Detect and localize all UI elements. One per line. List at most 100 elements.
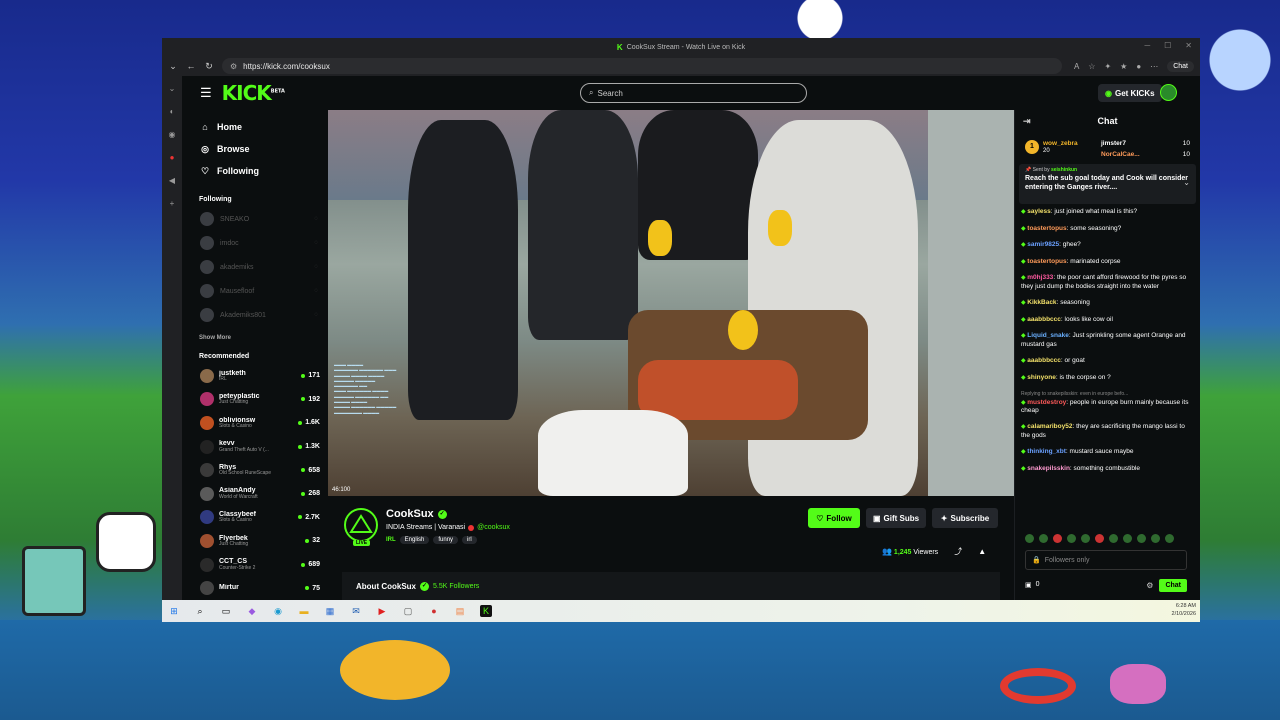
following-item[interactable]: imdoc ◌ xyxy=(182,231,328,255)
copilot-icon[interactable]: ◐ xyxy=(170,107,175,116)
leaderboard-row[interactable]: NorCalCae... 10 xyxy=(1101,149,1190,160)
chat-message[interactable]: ◆ KikkBack: seasoning xyxy=(1021,299,1194,307)
workspace-icon[interactable]: ◉ xyxy=(169,130,176,139)
nav-browse[interactable]: ◎ Browse xyxy=(200,138,328,160)
recommended-channel[interactable]: peteyplastic Just Chatting 192 xyxy=(182,388,328,412)
favorites-icon[interactable]: ★ xyxy=(1120,62,1127,71)
chat-message[interactable]: ◆ toastertopus: some seasoning? xyxy=(1021,225,1194,233)
tag[interactable]: irl xyxy=(462,536,477,544)
recommended-channel[interactable]: Flyerbek Just Chatting 32 xyxy=(182,529,328,553)
favorite-star-icon[interactable]: ☆ xyxy=(1088,62,1095,71)
following-item[interactable]: SNEAKO ◌ xyxy=(182,207,328,231)
windows-start-icon[interactable]: ⊞ xyxy=(168,605,180,617)
system-clock[interactable]: 6:28 AM 2/10/2026 xyxy=(1172,602,1196,618)
chevron-down-icon[interactable]: ⌄ xyxy=(1183,178,1190,187)
extensions-icon[interactable]: ✦ xyxy=(1104,62,1111,71)
chat-username[interactable]: samir9825 xyxy=(1027,241,1059,248)
profile-icon[interactable]: ● xyxy=(1136,62,1141,71)
leaderboard-row[interactable]: jimster7 10 xyxy=(1101,138,1190,149)
emote-icon[interactable] xyxy=(1067,534,1076,543)
kick-logo[interactable]: KICKBETA xyxy=(222,81,285,105)
gift-subs-button[interactable]: ▣ Gift Subs xyxy=(866,508,926,528)
chevron-down-icon[interactable]: ⌄ xyxy=(168,61,178,72)
chat-message[interactable]: ◆ m0hj333: the poor cant afford firewood… xyxy=(1021,274,1194,290)
emote-icon[interactable] xyxy=(1053,534,1062,543)
recommended-channel[interactable]: CCT_CS Counter-Strike 2 689 xyxy=(182,553,328,577)
report-icon[interactable]: ▲ xyxy=(978,547,986,556)
chat-username[interactable]: calamariboy52 xyxy=(1027,423,1072,430)
chat-input[interactable]: 🔒 Followers only xyxy=(1025,550,1187,570)
app-icon[interactable]: ▢ xyxy=(402,605,414,617)
add-icon[interactable]: + xyxy=(170,199,175,208)
chat-message[interactable]: ◆ snakepilsskin: something combustible xyxy=(1021,465,1194,473)
chat-message[interactable]: ◆ aaabbbccc: looks like cow oil xyxy=(1021,316,1194,324)
avatar[interactable] xyxy=(1160,84,1177,101)
recommended-channel[interactable]: Mirtur 75 xyxy=(182,576,328,600)
app-icon[interactable]: ▤ xyxy=(454,605,466,617)
chat-message[interactable]: ◆ shinyone: is the corpse on ? xyxy=(1021,374,1194,382)
chat-username[interactable]: thinking_xbt xyxy=(1027,448,1066,455)
gear-icon[interactable]: ⚙ xyxy=(1146,581,1153,590)
nav-home[interactable]: ⌂ Home xyxy=(200,116,328,138)
chrome-icon[interactable]: ● xyxy=(428,605,440,617)
tag[interactable]: funny xyxy=(433,536,459,544)
chat-message[interactable]: ◆ calamariboy52: they are sacrificing th… xyxy=(1021,423,1194,439)
chat-username[interactable]: toastertopus xyxy=(1027,225,1066,232)
copilot-icon[interactable]: ◆ xyxy=(246,605,258,617)
following-item[interactable]: akademiks ◌ xyxy=(182,255,328,279)
kick-app-icon[interactable]: K xyxy=(480,605,492,617)
url-field[interactable]: ⚙ https://kick.com/cooksux xyxy=(221,58,1062,74)
chat-message[interactable]: ◆ thinking_xbt: mustard sauce maybe xyxy=(1021,448,1194,456)
outlook-icon[interactable]: ✉ xyxy=(350,605,362,617)
chat-username[interactable]: mustdestroy xyxy=(1027,399,1066,406)
avatar[interactable] xyxy=(344,508,378,542)
emote-icon[interactable] xyxy=(1123,534,1132,543)
recommended-channel[interactable]: justketh IRL 171 xyxy=(182,364,328,388)
show-more-button[interactable]: Show More xyxy=(182,335,328,341)
copilot-chat-button[interactable]: Chat xyxy=(1167,60,1194,72)
chat-username[interactable]: aaabbbccc xyxy=(1027,316,1061,323)
recommended-channel[interactable]: Rhys Old School RuneScape 658 xyxy=(182,458,328,482)
recommended-channel[interactable]: AsianAndy World of Warcraft 268 xyxy=(182,482,328,506)
read-aloud-icon[interactable]: A xyxy=(1074,62,1079,71)
recommended-channel[interactable]: oblivionsw Slots & Casino 1.6K xyxy=(182,411,328,435)
category-link[interactable]: IRL xyxy=(386,537,396,543)
chat-username[interactable]: aaabbbccc xyxy=(1027,357,1061,364)
chat-message[interactable]: Replying to snakepilsskin: even in europ… xyxy=(1021,390,1194,415)
nav-following[interactable]: ♡ Following xyxy=(200,160,328,182)
chat-username[interactable]: toastertopus xyxy=(1027,258,1066,265)
chat-message[interactable]: ◆ toastertopus: marinated corpse xyxy=(1021,258,1194,266)
minimize-icon[interactable]: ─ xyxy=(1144,41,1150,50)
send-chat-button[interactable]: Chat xyxy=(1159,578,1187,592)
video-player[interactable]: ▬▬▬ ▬▬▬▬ ▬▬▬▬▬▬ ▬▬▬▬▬▬ ▬▬▬ ▬▬▬▬ ▬▬▬▬ ▬▬▬▬ ▬… xyxy=(328,110,1014,496)
youtube-icon[interactable]: ▶ xyxy=(376,605,388,617)
back-icon[interactable]: ← xyxy=(186,61,196,71)
emote-icon[interactable] xyxy=(1165,534,1174,543)
share-icon[interactable]: ⤴ xyxy=(954,546,962,557)
collapse-chat-icon[interactable]: ⇥ xyxy=(1023,116,1031,127)
site-info-icon[interactable]: ⚙ xyxy=(230,62,237,71)
chevron-down-icon[interactable]: ⌄ xyxy=(169,84,176,93)
more-menu-icon[interactable]: ⋯ xyxy=(1150,62,1158,71)
following-item[interactable]: Akademiks801 ◌ xyxy=(182,303,328,327)
emote-icon[interactable] xyxy=(1095,534,1104,543)
leaderboard-top[interactable]: 1 wow_zebra 20 xyxy=(1025,138,1095,156)
store-icon[interactable]: ▦ xyxy=(324,605,336,617)
emote-icon[interactable] xyxy=(1151,534,1160,543)
chat-username[interactable]: sayless xyxy=(1027,208,1051,215)
maximize-icon[interactable]: ☐ xyxy=(1164,41,1171,50)
subscribe-button[interactable]: ✦ Subscribe xyxy=(932,508,998,528)
follow-button[interactable]: ♡ Follow xyxy=(808,508,860,528)
following-item[interactable]: Mausefloof ◌ xyxy=(182,279,328,303)
chat-message[interactable]: ◆ samir9825: ghee? xyxy=(1021,241,1194,249)
search-input[interactable]: ⌕ Search xyxy=(580,83,807,103)
chat-username[interactable]: shinyone xyxy=(1027,374,1056,381)
chat-message[interactable]: ◆ sayless: just joined what meal is this… xyxy=(1021,208,1194,216)
get-kicks-button[interactable]: ◉ Get KICKs xyxy=(1098,84,1162,102)
reload-icon[interactable]: ↻ xyxy=(204,61,214,72)
edge-browser-icon[interactable]: ◉ xyxy=(272,605,284,617)
recommended-channel[interactable]: Classybeef Slots & Casino 2.7K xyxy=(182,506,328,530)
tag[interactable]: English xyxy=(399,536,430,544)
channel-name[interactable]: CookSux xyxy=(386,508,434,520)
emote-icon[interactable] xyxy=(1039,534,1048,543)
